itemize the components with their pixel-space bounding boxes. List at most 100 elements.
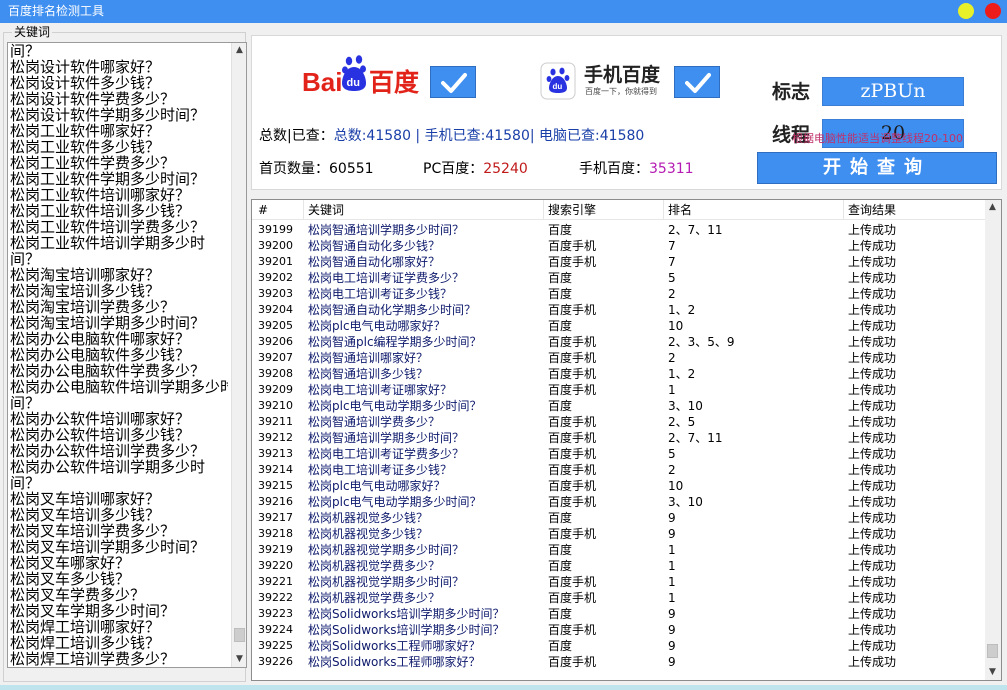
column-header-engine[interactable]: 搜索引擎 bbox=[544, 200, 664, 220]
baidu-mobile-checkbox[interactable] bbox=[674, 66, 720, 98]
column-header-keyword[interactable]: 关键词 bbox=[304, 200, 544, 220]
results-table[interactable]: # 关键词 搜索引擎 排名 查询结果 39199 松岗智通培训学期多少时间？ 百度 2… bbox=[251, 199, 1002, 681]
table-row[interactable]: 39220 松岗机器视觉学费多少？ 百度 1 上传成功 bbox=[252, 558, 986, 574]
table-row[interactable]: 39202 松岗电工培训考证学费多少？ 百度 5 上传成功 bbox=[252, 270, 986, 286]
row-rank: 1 bbox=[668, 543, 676, 557]
table-row[interactable]: 39212 松岗智通培训学期多少时间？ 百度手机 2、7、11 上传成功 bbox=[252, 430, 986, 446]
row-engine: 百度手机 bbox=[548, 415, 597, 429]
column-header-result[interactable]: 查询结果 bbox=[844, 200, 986, 220]
row-number: 39202 bbox=[258, 271, 293, 284]
pc-baidu-value: 25240 bbox=[483, 161, 528, 177]
table-row[interactable]: 39222 松岗机器视觉学费多少？ 百度手机 1 上传成功 bbox=[252, 590, 986, 606]
total-count: 总数:41580 bbox=[333, 128, 411, 144]
keyword-line: 松岗办公电脑软件哪家好？ bbox=[10, 331, 191, 347]
table-row[interactable]: 39215 松岗plc电气电动哪家好？ 百度手机 10 上传成功 bbox=[252, 478, 986, 494]
row-rank: 2、7、11 bbox=[668, 431, 723, 445]
table-row[interactable]: 39205 松岗plc电气电动哪家好？ 百度 10 上传成功 bbox=[252, 318, 986, 334]
keyword-line: 松岗工业软件培训多少钱？ bbox=[10, 203, 191, 219]
table-row[interactable]: 39200 松岗智通自动化多少钱？ 百度手机 7 上传成功 bbox=[252, 238, 986, 254]
keyword-line: 松岗叉车学期多少时间？ bbox=[10, 603, 176, 619]
row-engine: 百度 bbox=[548, 559, 573, 573]
table-row[interactable]: 39201 松岗智通自动化哪家好？ 百度手机 7 上传成功 bbox=[252, 254, 986, 270]
table-row[interactable]: 39223 松岗Solidworks培训学期多少时间？ 百度 9 上传成功 bbox=[252, 606, 986, 622]
row-keyword: 松岗电工培训考证学费多少？ bbox=[308, 447, 465, 461]
row-rank: 9 bbox=[668, 527, 676, 541]
table-body: 39199 松岗智通培训学期多少时间？ 百度 2、7、11 上传成功 39200 松岗智通自… bbox=[252, 222, 986, 670]
table-row[interactable]: 39221 松岗机器视觉学期多少时间？ 百度手机 1 上传成功 bbox=[252, 574, 986, 590]
row-keyword: 松岗机器视觉学费多少？ bbox=[308, 559, 441, 573]
row-result: 上传成功 bbox=[848, 495, 897, 509]
row-result: 上传成功 bbox=[848, 655, 897, 669]
table-row[interactable]: 39209 松岗电工培训考证哪家好？ 百度手机 1 上传成功 bbox=[252, 382, 986, 398]
row-keyword: 松岗机器视觉学期多少时间？ bbox=[308, 543, 465, 557]
svg-text:Bai: Bai bbox=[302, 67, 342, 97]
row-engine: 百度手机 bbox=[548, 367, 597, 381]
mobile-baidu-value: 35311 bbox=[649, 161, 694, 177]
table-row[interactable]: 39206 松岗智通plc编程学期多少时间？ 百度手机 2、3、5、9 上传成功 bbox=[252, 334, 986, 350]
row-keyword: 松岗智通自动化学期多少时间？ bbox=[308, 303, 477, 317]
keyword-line: 松岗叉车培训多少钱？ bbox=[10, 507, 161, 523]
tag-label: 标志 bbox=[772, 81, 811, 103]
table-row[interactable]: 39225 松岗Solidworks工程师哪家好？ 百度 9 上传成功 bbox=[252, 638, 986, 654]
column-header-rank[interactable]: 排名 bbox=[664, 200, 844, 220]
keyword-line: 松岗叉车多少钱？ bbox=[10, 571, 131, 587]
table-row[interactable]: 39226 松岗Solidworks工程师哪家好？ 百度手机 9 上传成功 bbox=[252, 654, 986, 670]
row-keyword: 松岗plc电气电动哪家好？ bbox=[308, 319, 446, 333]
minimize-button[interactable] bbox=[958, 3, 974, 19]
table-row[interactable]: 39211 松岗智通培训学费多少？ 百度手机 2、5 上传成功 bbox=[252, 414, 986, 430]
row-number: 39203 bbox=[258, 287, 293, 300]
table-row[interactable]: 39214 松岗电工培训考证多少钱？ 百度手机 2 上传成功 bbox=[252, 462, 986, 478]
table-row[interactable]: 39199 松岗智通培训学期多少时间？ 百度 2、7、11 上传成功 bbox=[252, 222, 986, 238]
column-header-number[interactable]: # bbox=[254, 200, 304, 220]
table-row[interactable]: 39217 松岗机器视觉多少钱？ 百度 9 上传成功 bbox=[252, 510, 986, 526]
close-button[interactable] bbox=[985, 3, 1001, 19]
row-engine: 百度 bbox=[548, 319, 573, 333]
table-row[interactable]: 39207 松岗智通培训哪家好？ 百度手机 2 上传成功 bbox=[252, 350, 986, 366]
baidu-pc-checkbox[interactable] bbox=[430, 66, 476, 98]
row-engine: 百度手机 bbox=[548, 335, 597, 349]
row-number: 39210 bbox=[258, 399, 293, 412]
keyword-line: 间？ bbox=[10, 43, 41, 59]
row-keyword: 松岗机器视觉学期多少时间？ bbox=[308, 575, 465, 589]
row-rank: 1、2 bbox=[668, 367, 696, 381]
table-row[interactable]: 39213 松岗电工培训考证学费多少？ 百度手机 5 上传成功 bbox=[252, 446, 986, 462]
scroll-down-arrow-icon[interactable]: ▼ bbox=[985, 665, 1000, 680]
keyword-textarea[interactable]: 间？ 松岗设计软件哪家好？ 松岗设计软件多少钱？ 松岗设计软件学费多少？ 松岗设计软件学… bbox=[7, 42, 247, 668]
table-row[interactable]: 39224 松岗Solidworks培训学期多少时间？ 百度手机 9 上传成功 bbox=[252, 622, 986, 638]
row-rank: 9 bbox=[668, 639, 676, 653]
row-number: 39209 bbox=[258, 383, 293, 396]
table-row[interactable]: 39208 松岗智通培训多少钱？ 百度手机 1、2 上传成功 bbox=[252, 366, 986, 382]
table-row[interactable]: 39203 松岗电工培训考证多少钱？ 百度 2 上传成功 bbox=[252, 286, 986, 302]
row-engine: 百度手机 bbox=[548, 255, 597, 269]
table-row[interactable]: 39216 松岗plc电气电动学期多少时间？ 百度手机 3、10 上传成功 bbox=[252, 494, 986, 510]
row-rank: 3、10 bbox=[668, 495, 703, 509]
scroll-up-arrow-icon[interactable]: ▲ bbox=[232, 43, 246, 58]
row-keyword: 松岗电工培训考证多少钱？ bbox=[308, 287, 453, 301]
row-result: 上传成功 bbox=[848, 527, 897, 541]
row-keyword: 松岗智通自动化多少钱？ bbox=[308, 239, 441, 253]
row-keyword: 松岗机器视觉学费多少？ bbox=[308, 591, 441, 605]
keyword-scrollbar[interactable]: ▲ ▼ bbox=[231, 43, 246, 667]
table-scrollbar[interactable]: ▲ ▼ bbox=[985, 200, 1001, 680]
tag-input[interactable]: zPBUn bbox=[822, 77, 964, 106]
row-number: 39212 bbox=[258, 431, 293, 444]
table-row[interactable]: 39219 松岗机器视觉学期多少时间？ 百度 1 上传成功 bbox=[252, 542, 986, 558]
row-number: 39199 bbox=[258, 223, 293, 236]
scroll-down-arrow-icon[interactable]: ▼ bbox=[232, 652, 246, 667]
row-number: 39224 bbox=[258, 623, 293, 636]
svg-text:du: du bbox=[553, 82, 563, 91]
row-result: 上传成功 bbox=[848, 287, 897, 301]
keyword-line: 松岗办公电脑软件培训学期多少时 bbox=[10, 379, 228, 395]
table-row[interactable]: 39210 松岗plc电气电动学期多少时间？ 百度 3、10 上传成功 bbox=[252, 398, 986, 414]
table-row[interactable]: 39204 松岗智通自动化学期多少时间？ 百度手机 1、2 上传成功 bbox=[252, 302, 986, 318]
scroll-up-arrow-icon[interactable]: ▲ bbox=[985, 200, 1000, 215]
start-query-button[interactable]: 开始查询 bbox=[757, 152, 997, 184]
keyword-scroll-thumb[interactable] bbox=[234, 628, 245, 643]
row-number: 39221 bbox=[258, 575, 293, 588]
keyword-line: 松岗焊工培训学费多少？ bbox=[10, 651, 176, 667]
row-result: 上传成功 bbox=[848, 255, 897, 269]
table-row[interactable]: 39218 松岗机器视觉多少钱？ 百度手机 9 上传成功 bbox=[252, 526, 986, 542]
row-rank: 3、10 bbox=[668, 399, 703, 413]
separator: | bbox=[529, 128, 540, 144]
table-scroll-thumb[interactable] bbox=[987, 644, 998, 659]
